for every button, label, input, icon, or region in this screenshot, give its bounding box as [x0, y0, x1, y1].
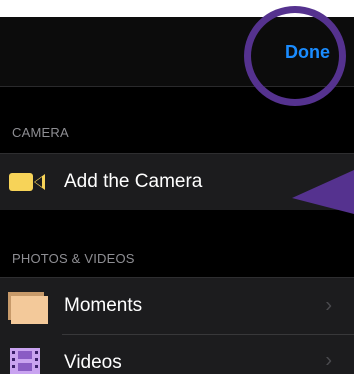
done-button[interactable]: Done — [285, 42, 330, 63]
photo-album-icon — [8, 292, 48, 324]
chevron-right-icon: › — [325, 349, 332, 372]
moments-label: Moments — [64, 295, 143, 316]
video-camera-icon — [9, 173, 45, 191]
navigation-bar: Done — [0, 17, 354, 87]
nav-divider — [0, 86, 354, 87]
list-item-add-camera[interactable]: Add the Camera — [0, 153, 354, 210]
section-header-photos-videos: PHOTOS & VIDEOS — [12, 251, 135, 266]
videos-label: Videos — [64, 352, 122, 373]
film-icon — [10, 348, 40, 374]
add-camera-label: Add the Camera — [64, 171, 203, 192]
row-divider — [62, 334, 354, 335]
list-item-videos[interactable]: Videos › — [0, 334, 354, 374]
section-header-camera: CAMERA — [12, 125, 69, 140]
status-bar-strip — [0, 0, 354, 17]
chevron-right-icon: › — [325, 294, 332, 317]
list-item-moments[interactable]: Moments › — [0, 277, 354, 334]
